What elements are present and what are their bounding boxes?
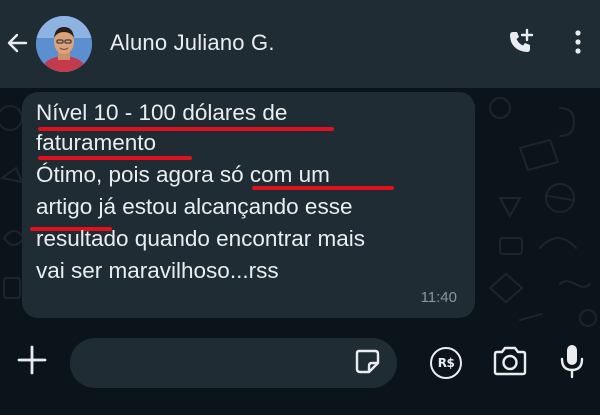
message-line: Nível 10 - 100 dólares de [36,100,288,125]
camera-button[interactable] [488,341,532,385]
back-button[interactable] [4,30,30,60]
message-list[interactable]: Nível 10 - 100 dólares de faturamento Ót… [0,88,600,328]
more-options-button[interactable] [562,24,594,64]
arrow-left-icon [6,32,28,59]
message-input-container[interactable] [70,338,397,388]
add-call-button[interactable] [496,24,544,64]
plus-icon [16,344,48,381]
add-call-icon [505,27,535,62]
message-bubble[interactable]: Nível 10 - 100 dólares de faturamento Ót… [22,92,475,318]
currency-badge: R$ [430,347,462,379]
avatar[interactable] [36,16,92,72]
message-line: vai ser maravilhoso...rss [36,258,279,283]
microphone-icon [559,343,585,384]
camera-icon [491,345,529,382]
chat-window: Aluno Juliano G. Nível 10 - 100 dólares … [0,0,600,415]
message-input[interactable] [90,346,340,380]
more-vertical-icon [573,28,583,61]
sticker-icon [353,347,381,380]
payment-button[interactable]: R$ [424,341,468,385]
composer-bar: R$ [0,328,600,415]
chat-header: Aluno Juliano G. [0,0,600,88]
contact-name[interactable]: Aluno Juliano G. [110,30,275,56]
attach-button[interactable] [12,342,52,382]
message-line: faturamento [36,130,157,155]
message-line: Ótimo, pois agora só com um [36,162,330,187]
message-line: artigo já estou alcançando esse [36,194,353,219]
message-line: resultado quando encontrar mais [36,226,365,251]
voice-record-button[interactable] [550,341,594,385]
message-timestamp: 11:40 [420,289,457,306]
sticker-button[interactable] [351,347,383,379]
